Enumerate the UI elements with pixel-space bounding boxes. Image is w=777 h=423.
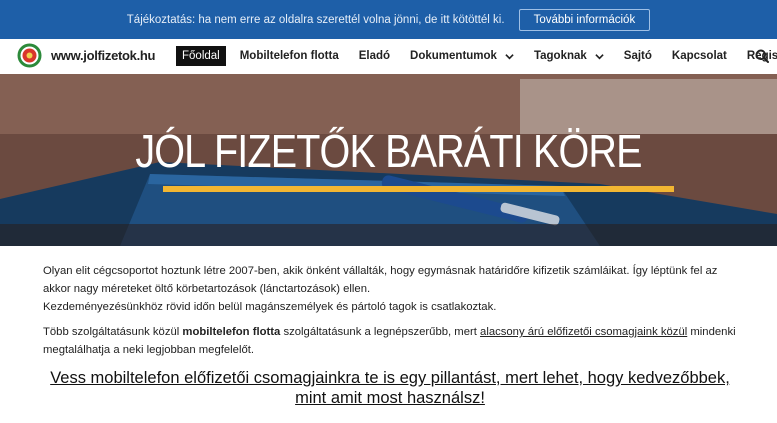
main-nav: Főoldal Mobiltelefon flotta Eladó Dokume… xyxy=(176,46,777,66)
nav-label: Kapcsolat xyxy=(671,50,727,62)
cookie-bar: Tájékoztatás: ha nem erre az oldalra sze… xyxy=(0,0,777,39)
cta-link[interactable]: Vess mobiltelefon előfizetői csomagjaink… xyxy=(40,368,740,408)
chevron-down-icon xyxy=(595,53,604,59)
more-info-button[interactable]: További információk xyxy=(518,8,651,31)
intro-content: Olyan elit cégcsoportot hoztunk létre 20… xyxy=(43,262,743,366)
chevron-down-icon xyxy=(505,53,514,59)
hero-banner: JÓL FIZETŐK BARÁTI KÖRE xyxy=(0,74,777,246)
search-icon[interactable] xyxy=(755,49,769,63)
site-name[interactable]: www.jolfizetok.hu xyxy=(51,48,156,63)
nav-item-home[interactable]: Főoldal xyxy=(176,46,226,66)
nav-label: Mobiltelefon flotta xyxy=(239,50,339,62)
nav-item-mobile-fleet[interactable]: Mobiltelefon flotta xyxy=(240,46,339,66)
nav-item-contact[interactable]: Kapcsolat xyxy=(672,46,727,66)
nav-label: Sajtó xyxy=(623,50,652,62)
nav-item-press[interactable]: Sajtó xyxy=(624,46,652,66)
services-highlight: mobiltelefon flotta xyxy=(182,326,281,338)
navbar: www.jolfizetok.hu Főoldal Mobiltelefon f… xyxy=(0,39,777,74)
services-text-a: Több szolgáltatásunk közül xyxy=(43,326,183,338)
services-paragraph: Több szolgáltatásunk közül mobiltelefon … xyxy=(43,323,743,359)
logo-emblem-icon[interactable] xyxy=(17,43,42,68)
nav-label: Tagoknak xyxy=(533,50,587,62)
nav-item-for-sale[interactable]: Eladó xyxy=(359,46,390,66)
hero-title: JÓL FIZETŐK BARÁTI KÖRE xyxy=(135,125,642,177)
hero-title-underline xyxy=(163,186,674,192)
nav-label: Főoldal xyxy=(182,50,220,62)
nav-label: Eladó xyxy=(358,50,391,62)
services-text-c: szolgáltatásunk a legnépszerűbb, mert xyxy=(280,326,481,338)
cookie-notice-text: Tájékoztatás: ha nem erre az oldalra sze… xyxy=(126,13,505,26)
packages-link[interactable]: alacsony árú előfizetői csomagjaink közü… xyxy=(480,326,687,338)
nav-item-members[interactable]: Tagoknak xyxy=(534,46,604,66)
intro-text-2: Kezdeményezésünkhöz rövid időn belül mag… xyxy=(43,301,497,313)
intro-text: Olyan elit cégcsoportot hoztunk létre 20… xyxy=(43,265,718,295)
intro-paragraph: Olyan elit cégcsoportot hoztunk létre 20… xyxy=(43,262,743,316)
nav-label: Dokumentumok xyxy=(410,50,497,62)
nav-item-documents[interactable]: Dokumentumok xyxy=(410,46,514,66)
